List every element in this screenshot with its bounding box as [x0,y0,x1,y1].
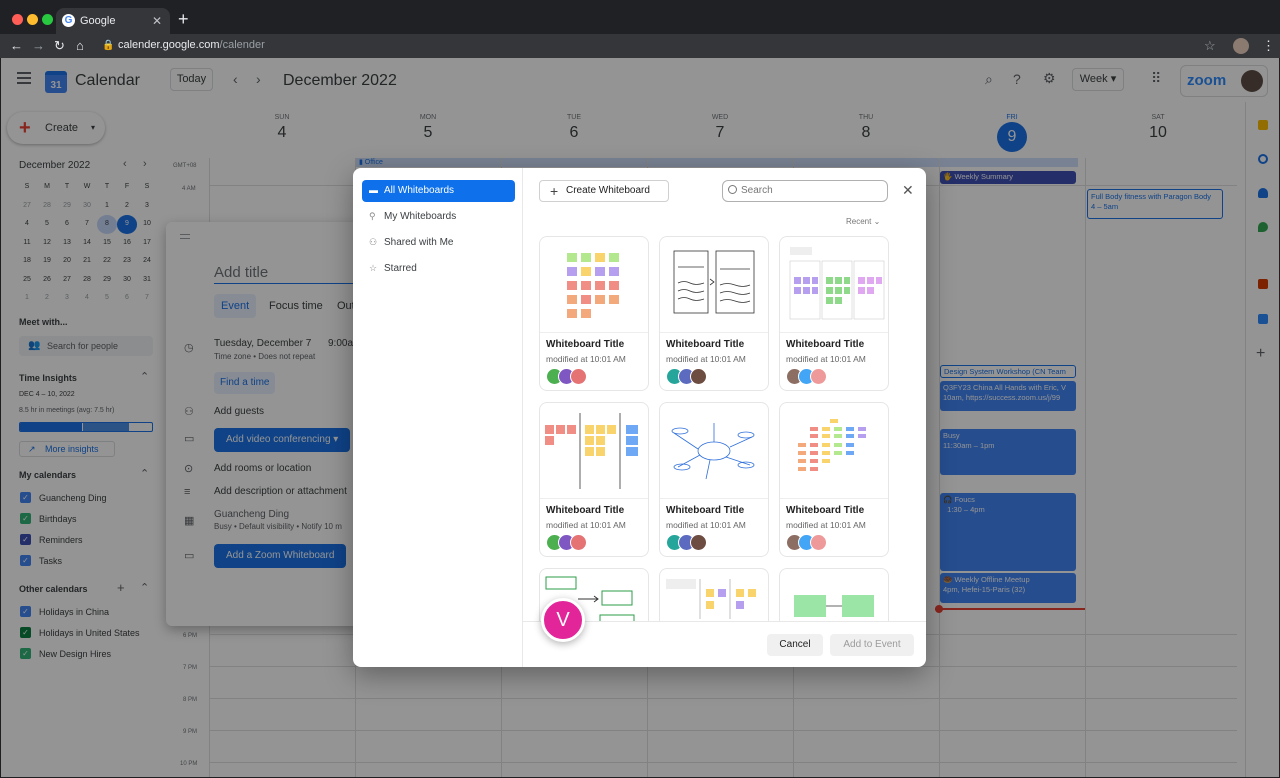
nav-label: My Whiteboards [384,211,457,222]
forward-icon[interactable]: → [32,38,45,54]
zoom-window-dot[interactable] [42,14,53,25]
create-whiteboard-button[interactable]: + Create Whiteboard [539,180,669,202]
whiteboard-modified: modified at 10:01 AM [546,520,626,530]
back-icon[interactable]: ← [10,38,23,54]
whiteboard-picker-modal: ▬ All Whiteboards ⚲ My Whiteboards ⚇ Shared… [353,168,926,667]
collaborator-avatars [666,534,726,552]
whiteboard-title: Whiteboard Title [666,505,745,516]
nav-label: Starred [384,263,417,274]
person-icon: ⚲ [369,211,376,221]
reload-icon[interactable]: ↻ [54,38,65,54]
whiteboard-card[interactable]: Whiteboard Title modified at 10:01 AM [779,236,889,391]
browser-tabbar: G Google ✕ + [0,0,1280,34]
avatar [570,368,587,385]
whiteboard-search-input[interactable]: Search [722,180,888,202]
avatar [690,534,707,551]
collaborator-avatars [546,534,606,552]
create-whiteboard-label: Create Whiteboard [566,185,650,196]
add-to-event-button[interactable]: Add to Event [830,634,914,656]
home-icon[interactable]: ⌂ [76,38,84,54]
search-placeholder: Search [741,185,773,196]
whiteboard-title: Whiteboard Title [786,339,865,350]
whiteboard-thumbnail [540,403,648,499]
whiteboard-title: Whiteboard Title [786,505,865,516]
avatar [690,368,707,385]
browser-tab[interactable]: G Google ✕ [56,8,170,34]
whiteboard-thumbnail [780,403,888,499]
nav-starred[interactable]: ☆ Starred [362,258,515,280]
whiteboard-title: Whiteboard Title [666,339,745,350]
close-icon[interactable]: ✕ [902,182,914,199]
whiteboard-card[interactable]: Whiteboard Title modified at 10:01 AM [659,236,769,391]
whiteboard-thumbnail [660,569,768,622]
nav-label: Shared with Me [384,237,454,248]
whiteboard-modified: modified at 10:01 AM [786,354,866,364]
new-tab-icon[interactable]: + [178,9,189,29]
collaborator-avatars [546,368,606,386]
whiteboard-card[interactable] [779,568,889,622]
close-tab-icon[interactable]: ✕ [152,8,162,34]
minimize-window-dot[interactable] [27,14,38,25]
avatar [570,534,587,551]
whiteboard-title: Whiteboard Title [546,505,625,516]
whiteboard-modified: modified at 10:01 AM [546,354,626,364]
whiteboard-card[interactable]: Whiteboard Title modified at 10:01 AM [779,402,889,557]
nav-label: All Whiteboards [384,185,455,196]
star-icon: ☆ [369,263,378,273]
whiteboard-thumbnail [660,403,768,499]
nav-shared-with-me[interactable]: ⚇ Shared with Me [362,232,515,254]
whiteboard-modified: modified at 10:01 AM [666,354,746,364]
nav-my-whiteboards[interactable]: ⚲ My Whiteboards [362,206,515,228]
sort-label: Recent [846,217,872,226]
url-field[interactable]: calender.google.com/calender [118,39,265,51]
whiteboard-card[interactable] [659,568,769,622]
nav-all-whiteboards[interactable]: ▬ All Whiteboards [362,180,515,202]
whiteboard-icon: ▬ [369,185,378,195]
whiteboard-modified: modified at 10:01 AM [786,520,866,530]
whiteboard-card[interactable]: Whiteboard Title modified at 10:01 AM [539,236,649,391]
tab-title: Google [80,15,116,27]
sort-dropdown[interactable]: Recent ⌄ [846,217,880,226]
whiteboard-modified: modified at 10:01 AM [666,520,746,530]
whiteboard-grid: Whiteboard Title modified at 10:01 AM Wh… [539,236,889,622]
search-icon [728,185,737,194]
avatar [810,534,827,551]
whiteboard-thumbnail [780,237,888,333]
more-menu-icon[interactable]: ⋮ [1262,38,1275,54]
profile-avatar[interactable] [1233,38,1249,54]
whiteboard-thumbnail [660,237,768,333]
bookmark-star-icon[interactable]: ☆ [1204,38,1216,54]
whiteboard-card[interactable]: Whiteboard Title modified at 10:01 AM [659,402,769,557]
modal-sidebar: ▬ All Whiteboards ⚲ My Whiteboards ⚇ Shared… [353,168,523,667]
whiteboard-thumbnail [780,569,888,622]
lock-icon: 🔒 [102,40,115,51]
whiteboard-title: Whiteboard Title [546,339,625,350]
avatar [810,368,827,385]
collaborator-avatars [786,534,846,552]
user-avatar-badge[interactable]: V [541,598,585,642]
people-icon: ⚇ [369,237,378,247]
plus-icon: + [550,183,559,199]
collaborator-avatars [666,368,726,386]
cancel-button[interactable]: Cancel [767,634,823,656]
address-bar: ← → ↻ ⌂ 🔒 calender.google.com/calender ☆… [0,34,1280,58]
google-icon: G [62,14,75,27]
close-window-dot[interactable] [12,14,23,25]
whiteboard-thumbnail [540,237,648,333]
collaborator-avatars [786,368,846,386]
whiteboard-card[interactable]: Whiteboard Title modified at 10:01 AM [539,402,649,557]
